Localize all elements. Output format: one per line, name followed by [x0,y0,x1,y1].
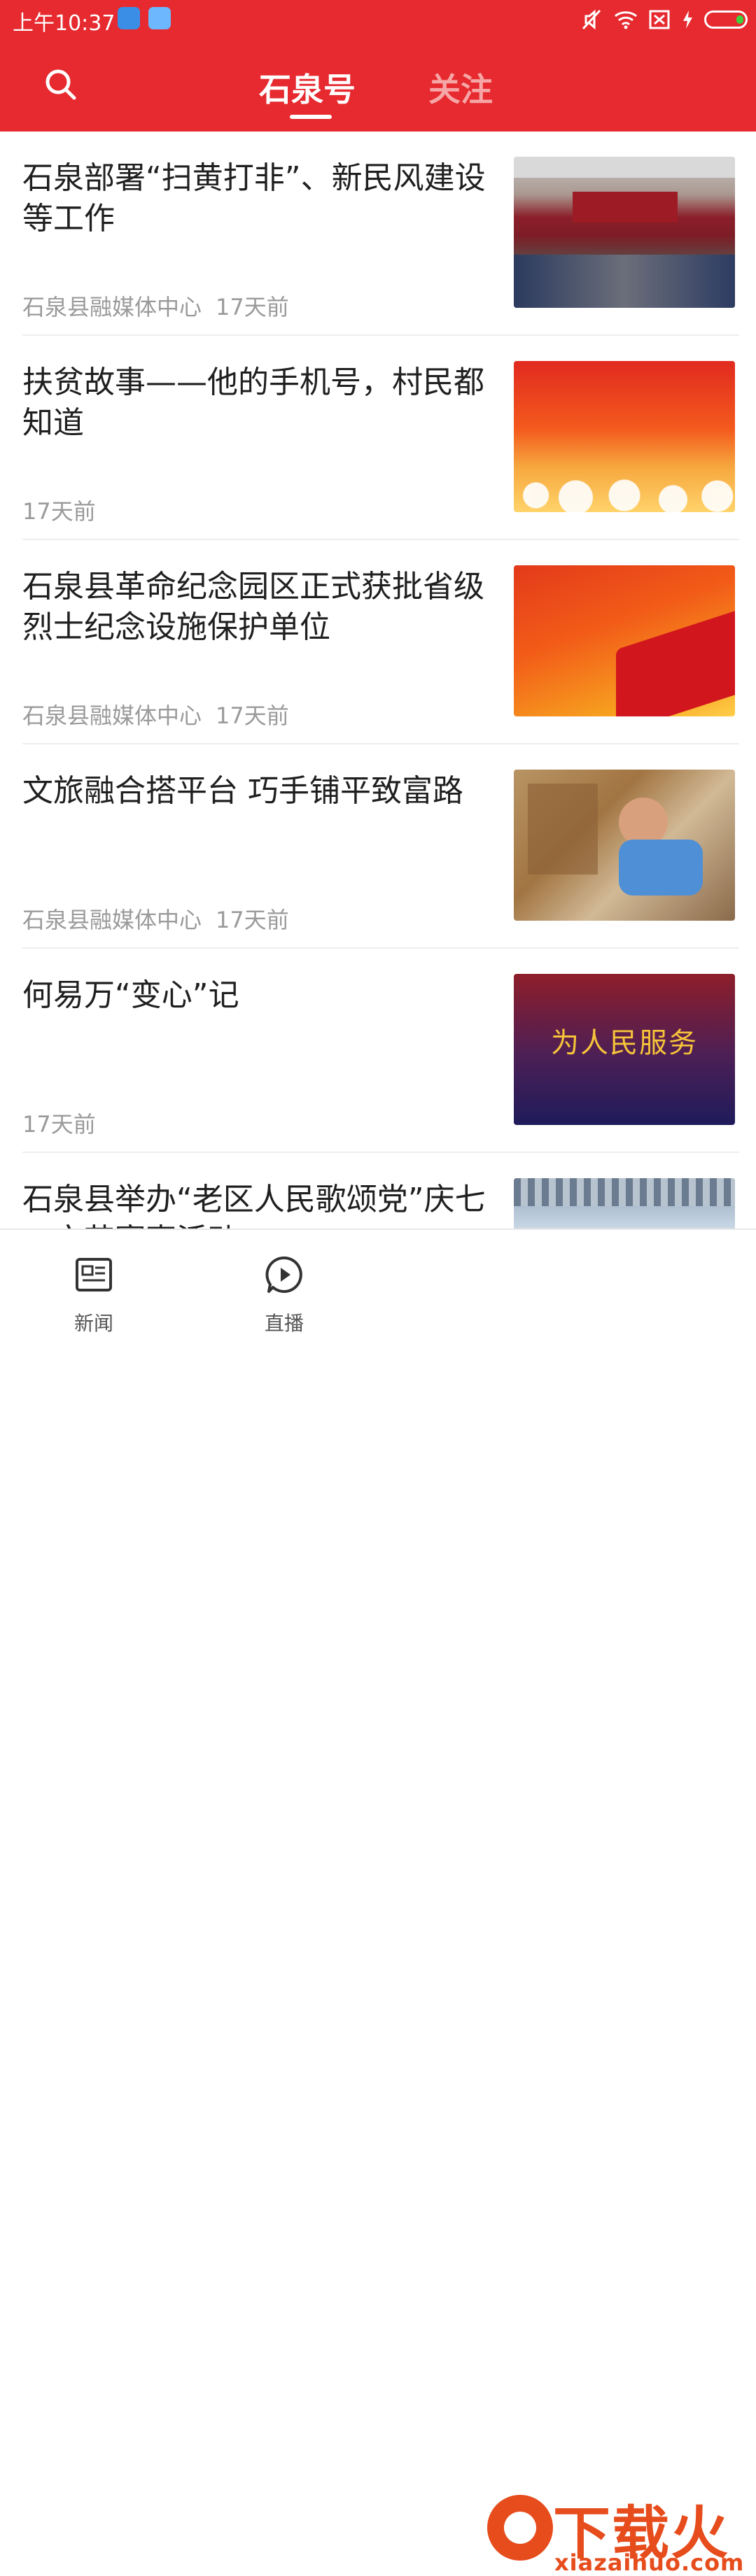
mute-icon [582,9,601,30]
item-thumbnail[interactable] [514,565,735,716]
top-app-bar: 上午10:37 石泉号 关注 [0,0,756,132]
item-thumbnail[interactable] [514,361,735,512]
item-title: 石泉部署“扫黄打非”、新民风建设等工作 [22,160,486,236]
sim-icon [649,10,670,29]
list-item[interactable]: 文旅融合搭平台 巧手铺平致富路 石泉县融媒体中心 17天前 [22,744,739,949]
status-bar: 上午10:37 [0,0,756,39]
nav-news-label: 新闻 [74,1312,113,1335]
item-meta: 石泉县融媒体中心 17天前 [22,698,289,730]
item-thumbnail[interactable]: 为人民服务 [514,974,735,1125]
list-item[interactable]: 石泉部署“扫黄打非”、新民风建设等工作 石泉县融媒体中心 17天前 [22,132,739,336]
item-source: 石泉县融媒体中心 [22,294,202,320]
search-icon[interactable] [43,67,78,102]
watermark-logo-icon [487,2495,553,2561]
item-meta: 石泉县融媒体中心 17天前 [22,903,289,935]
item-title: 石泉县举办“老区人民歌颂党”庆七一文艺赛事活动 [22,1182,486,1229]
list-item[interactable]: 何易万“变心”记 17天前 为人民服务 [22,949,739,1153]
item-meta: 17天前 [22,494,96,526]
active-tab-indicator [290,115,332,119]
watermark: 下载火 xiazaihuo.com [448,2475,756,2576]
charging-icon [683,10,692,29]
item-title: 文旅融合搭平台 巧手铺平致富路 [22,773,463,809]
status-icons [580,6,748,34]
item-title: 石泉县革命纪念园区正式获批省级烈士纪念设施保护单位 [22,569,484,645]
flag-decor [616,604,735,716]
tab-shiquanhao[interactable]: 石泉号 [259,64,356,111]
header-nav: 石泉号 关注 [0,39,756,132]
app-icon-search [148,7,171,29]
newspaper-icon [76,1258,112,1291]
item-source: 石泉县融媒体中心 [22,907,202,933]
nav-live[interactable]: 直播 [214,1230,354,1345]
news-feed: 石泉部署“扫黄打非”、新民风建设等工作 石泉县融媒体中心 17天前 扶贫故事——他… [0,132,756,1229]
nav-news[interactable]: 新闻 [24,1230,164,1345]
item-time: 17天前 [22,1111,96,1138]
battery-icon [704,10,748,29]
item-meta: 17天前 [22,1107,96,1139]
wifi-icon [615,11,637,29]
status-time: 上午10:37 [13,11,115,36]
nav-live-label: 直播 [264,1312,304,1335]
item-title: 何易万“变心”记 [22,977,239,1013]
item-time: 17天前 [216,907,289,933]
list-item[interactable]: 石泉县举办“老区人民歌颂党”庆七一文艺赛事活动 [22,1153,739,1229]
bottom-nav: 新闻 直播 下载火 xiazaihuo.com [0,1229,756,2576]
item-title: 扶贫故事——他的手机号，村民都知道 [22,365,484,441]
app-icon-blue [118,7,140,29]
item-source: 石泉县融媒体中心 [22,702,202,729]
list-item[interactable]: 扶贫故事——他的手机号，村民都知道 17天前 [22,336,739,540]
item-meta: 石泉县融媒体中心 17天前 [22,290,289,322]
play-icon [265,1256,302,1293]
item-thumbnail[interactable] [514,1178,735,1229]
list-item[interactable]: 石泉县革命纪念园区正式获批省级烈士纪念设施保护单位 石泉县融媒体中心 17天前 [22,540,739,744]
item-time: 17天前 [22,498,96,525]
item-time: 17天前 [216,294,289,320]
watermark-url: xiazaihuo.com [554,2549,745,2576]
thumbnail-caption: 为人民服务 [551,1027,698,1059]
tab-follow[interactable]: 关注 [428,64,493,111]
item-time: 17天前 [216,702,289,729]
item-thumbnail[interactable] [514,770,735,921]
clouds-decor [514,470,735,512]
item-thumbnail[interactable] [514,157,735,308]
